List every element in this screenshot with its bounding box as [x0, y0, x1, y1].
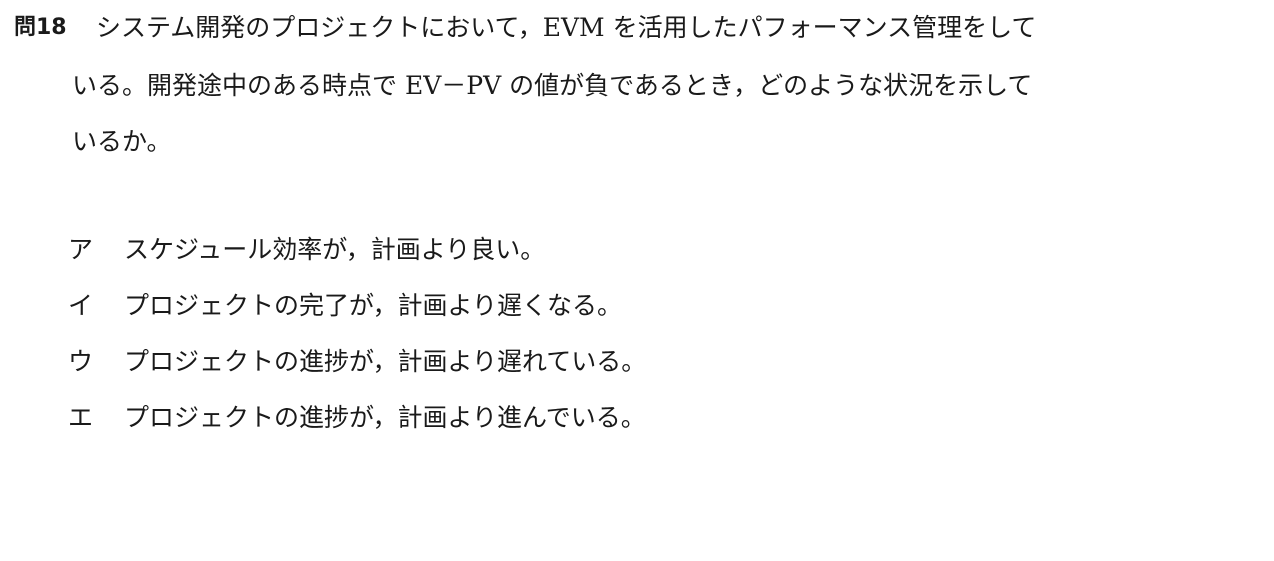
choice-text: プロジェクトの進捗が，計画より遅れている。 — [124, 347, 647, 376]
question-text-line-1: システム開発のプロジェクトにおいて，EVM を活用したパフォーマンス管理をして — [96, 13, 1037, 42]
choice-text: プロジェクトの完了が，計画より遅くなる。 — [124, 291, 623, 320]
choice-letter: エ — [68, 403, 94, 432]
choice-letter: ア — [68, 235, 94, 264]
question-number: 問18 — [14, 15, 67, 40]
choice-text: スケジュール効率が，計画より良い。 — [124, 235, 546, 264]
question-text-line-3: いるか。 — [72, 127, 172, 156]
question-text-line-2: いる。開発途中のある時点で EV－PV の値が負であるとき，どのような状況を示し… — [72, 71, 1033, 100]
choice-text: プロジェクトの進捗が，計画より進んでいる。 — [124, 403, 646, 432]
choice-letter: ウ — [68, 347, 94, 376]
choice-letter: イ — [68, 291, 94, 320]
